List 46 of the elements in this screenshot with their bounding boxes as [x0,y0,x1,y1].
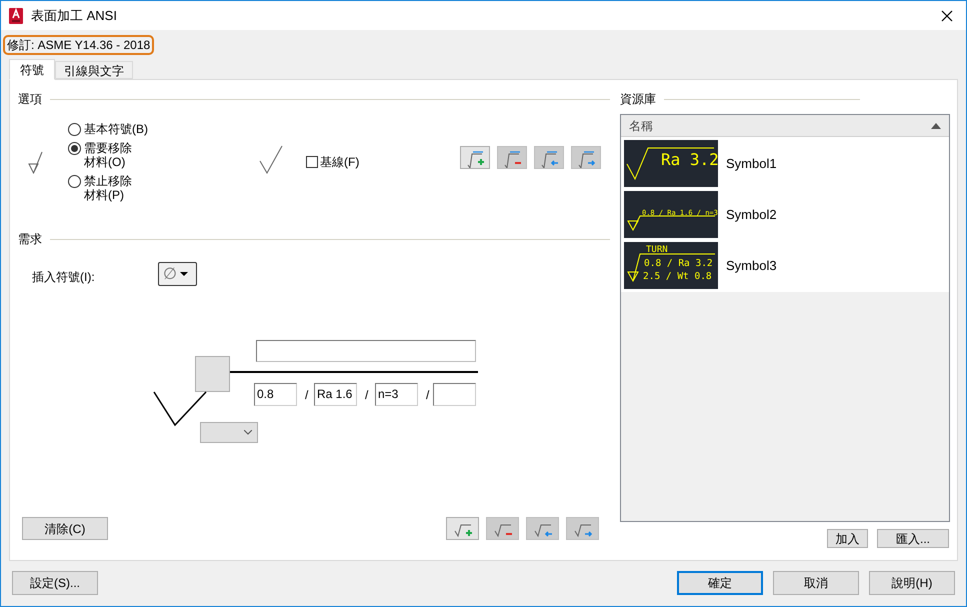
tab[interactable]: 符號 [9,59,55,80]
library-button[interactable]: 加入 [827,529,868,548]
settings-button[interactable]: 設定(S)... [12,571,98,595]
section-heading: 資源庫 [620,91,656,108]
separator: / [426,387,430,404]
revision-label: 修訂: ASME Y14.36 - 2018 [3,35,154,55]
close-icon[interactable] [941,10,953,22]
chevron-down-icon [244,430,252,435]
caret-icon [180,272,188,276]
column-header[interactable]: 名稱 [621,115,949,137]
symbol-add-button[interactable] [460,146,490,169]
symbol-add-button[interactable] [446,517,479,540]
app-icon [8,8,24,24]
dialog-button[interactable]: 說明(H) [869,571,955,595]
radio-button[interactable] [68,123,81,136]
separator: / [365,387,368,404]
section-heading: 需求 [18,231,42,248]
insert-symbol-dropdown[interactable]: ∅ [158,262,197,286]
separator: / [305,387,308,404]
tab[interactable]: 引線與文字 [55,61,133,79]
check-line-drawing [153,391,208,427]
library-item[interactable]: Ra 3.2 Symbol1 [624,140,946,187]
dialog-button[interactable]: 確定 [677,571,763,595]
checkbox[interactable] [306,156,318,168]
check-symbol-icon [259,145,283,175]
radio-button[interactable] [68,142,81,155]
library-item[interactable]: TURN 0.8 / Ra 3.2 2.5 / Wt 0.8 Symbol3 [624,242,946,289]
input-field[interactable]: Ra 1.6 [314,383,357,406]
input-field[interactable]: n=3 [375,383,418,406]
text-field[interactable] [256,340,476,362]
symbol-preview: Ra 3.2 [624,140,718,187]
clear-button[interactable]: 清除(C) [22,517,108,540]
radio-label: 需要移除材料(O) [84,141,133,169]
insert-symbol-label: 插入符號(I): [32,269,95,286]
checkbox-label: 基線(F) [320,154,360,171]
input-field[interactable] [433,383,476,406]
sort-ascending-icon [931,122,941,128]
radio-label: 基本符號(B) [84,122,148,136]
section-heading: 選項 [18,91,42,108]
radio-button[interactable] [68,175,81,188]
input-field[interactable]: 0.8 [254,383,297,406]
symbol-preview: TURN 0.8 / Ra 3.2 2.5 / Wt 0.8 [624,242,718,289]
window-title: 表面加工 ANSI [31,6,117,25]
dialog-button[interactable]: 取消 [773,571,859,595]
radio-label: 禁止移除材料(P) [84,174,133,202]
library-button[interactable]: 匯入... [877,529,949,548]
